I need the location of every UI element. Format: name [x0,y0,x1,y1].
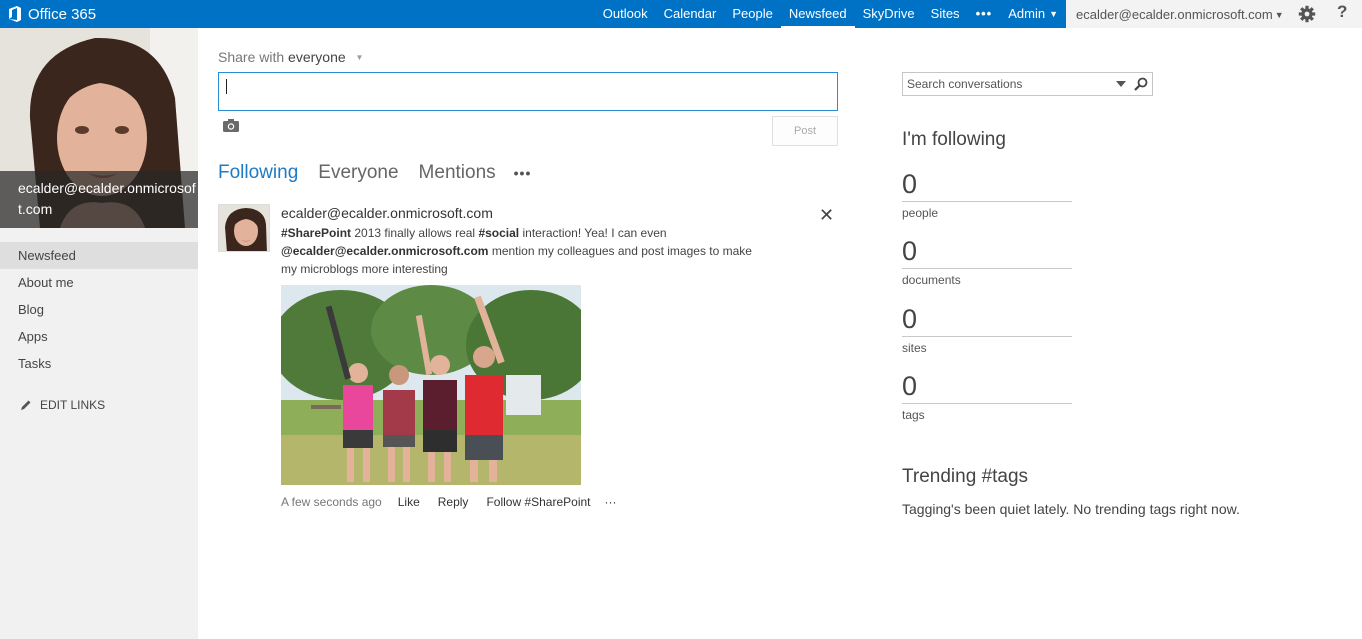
nav-skydrive[interactable]: SkyDrive [855,0,923,28]
tab-everyone[interactable]: Everyone [318,162,398,184]
user-menu[interactable]: ecalder@ecalder.onmicrosoft.com ▼ [1066,7,1286,22]
brand-name: Office 365 [28,5,97,23]
post-more-button[interactable]: ··· [605,495,617,509]
nav-admin-menu[interactable]: Admin ▼ [1000,0,1066,28]
edit-links-label: EDIT LINKS [40,398,106,412]
like-button[interactable]: Like [398,495,420,509]
nav-calendar[interactable]: Calendar [656,0,725,28]
sites-label: sites [902,341,927,355]
follow-hashtag-button[interactable]: Follow #SharePoint [486,495,590,509]
pencil-icon [21,400,31,410]
search-input[interactable] [907,76,1107,92]
people-count: 0 [902,169,918,199]
following-tags[interactable]: 0 tags [902,370,1072,422]
left-panel: ecalder@ecalder.onmicrosoft.com Newsfeed… [0,28,198,639]
tags-label: tags [902,408,925,422]
post-actions: A few seconds ago Like Reply Follow #Sha… [281,495,635,509]
nav-sites[interactable]: Sites [923,0,968,28]
tags-count: 0 [902,371,918,401]
nav-outlook[interactable]: Outlook [595,0,656,28]
camera-icon[interactable] [223,118,239,132]
avatar[interactable] [218,204,270,252]
post-image[interactable] [281,285,581,485]
search-icon[interactable] [1134,77,1148,91]
post-text-segment: interaction! Yea! I can even [519,226,667,240]
post-text-segment: 2013 finally allows real [351,226,479,240]
feed-tabs: Following Everyone Mentions ••• [218,162,531,184]
sites-count: 0 [902,304,918,334]
post-body: #SharePoint 2013 finally allows real #so… [281,224,771,278]
divider [902,336,1072,337]
chevron-down-icon[interactable] [1116,81,1126,87]
left-nav-blog[interactable]: Blog [0,296,198,323]
divider [902,268,1072,269]
tab-mentions[interactable]: Mentions [419,162,496,184]
user-area: ecalder@ecalder.onmicrosoft.com ▼ ? [1066,0,1362,28]
post-timestamp: A few seconds ago [281,495,382,509]
trending-heading: Trending #tags [902,466,1029,487]
nav-people[interactable]: People [724,0,780,28]
share-prefix: Share with [218,49,285,65]
divider [902,403,1072,404]
nav-newsfeed[interactable]: Newsfeed [780,0,855,28]
tab-following[interactable]: Following [218,162,298,184]
mention-link[interactable]: @ecalder@ecalder.onmicrosoft.com [281,244,488,258]
gear-icon[interactable] [1298,5,1316,23]
avatar-image [219,205,269,251]
hashtag-link[interactable]: #social [478,226,519,240]
suite-bar: Office 365 Outlook Calendar People Newsf… [0,0,1362,28]
share-audience: everyone [288,49,346,65]
left-nav-apps[interactable]: Apps [0,323,198,350]
office-logo-icon [9,6,21,22]
chevron-down-icon: ▼ [1274,9,1284,20]
nav-more-button[interactable]: ••• [968,0,1001,28]
following-sites[interactable]: 0 sites [902,303,1072,355]
following-people[interactable]: 0 people [902,168,1072,220]
help-icon[interactable]: ? [1337,2,1347,22]
edit-links-button[interactable]: EDIT LINKS [20,398,105,412]
profile-name[interactable]: ecalder@ecalder.onmicrosoft.com [0,171,198,228]
post-author[interactable]: ecalder@ecalder.onmicrosoft.com [281,205,493,221]
group-photo [281,285,581,485]
reply-button[interactable]: Reply [438,495,469,509]
left-navigation: Newsfeed About me Blog Apps Tasks [0,242,198,377]
search-conversations [902,72,1153,96]
text-cursor [226,79,227,94]
hashtag-link[interactable]: #SharePoint [281,226,351,240]
user-email: ecalder@ecalder.onmicrosoft.com [1076,6,1273,22]
chevron-down-icon: ▼ [1049,9,1058,19]
documents-count: 0 [902,236,918,266]
trending-message: Tagging's been quiet lately. No trending… [902,501,1240,517]
profile-photo[interactable]: ecalder@ecalder.onmicrosoft.com [0,28,198,228]
people-label: people [902,206,939,220]
close-icon[interactable]: ✕ [819,205,834,226]
post-button[interactable]: Post [772,116,838,146]
admin-label: Admin [1008,6,1046,21]
post-textbox[interactable] [218,72,838,111]
left-nav-tasks[interactable]: Tasks [0,350,198,377]
top-navigation: Outlook Calendar People Newsfeed SkyDriv… [595,0,1066,28]
left-nav-newsfeed[interactable]: Newsfeed [0,242,198,269]
share-audience-selector[interactable]: Share with everyone ▼ [218,49,363,65]
following-documents[interactable]: 0 documents [902,235,1072,287]
divider [902,201,1072,202]
tabs-more-button[interactable]: ••• [514,165,532,181]
following-heading: I'm following [902,129,1006,150]
office365-logo[interactable]: Office 365 [8,0,96,28]
documents-label: documents [902,273,961,287]
chevron-down-icon: ▼ [355,53,364,62]
left-nav-about-me[interactable]: About me [0,269,198,296]
